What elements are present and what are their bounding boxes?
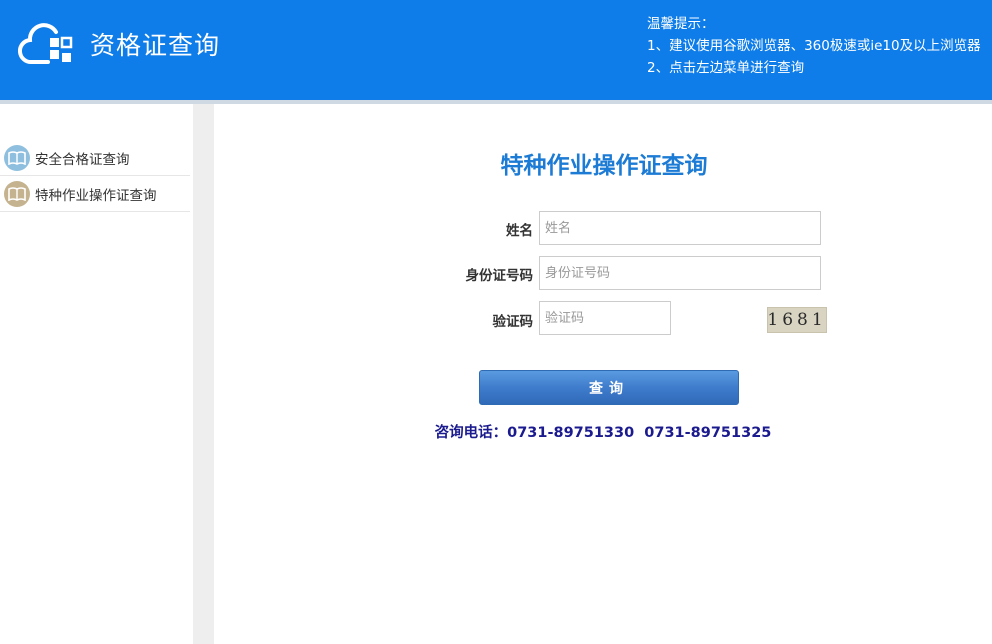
contact-phone: 咨询电话：0731-89751330 0731-89751325 [434, 425, 772, 441]
query-button[interactable]: 查询 [479, 370, 739, 405]
sidebar-item-label: 安全合格证查询 [35, 151, 130, 168]
sidebar-item-label: 特种作业操作证查询 [35, 187, 157, 204]
captcha-image[interactable]: 1681 [767, 307, 827, 333]
sidebar-gutter [193, 104, 214, 644]
tips-line-1: 1、建议使用谷歌浏览器、360极速或ie10及以上浏览器 [647, 38, 981, 54]
id-number-input[interactable] [539, 256, 821, 290]
sidebar-item-safety-cert[interactable]: 安全合格证查询 [0, 140, 190, 176]
tips-line-2: 2、点击左边菜单进行查询 [647, 60, 805, 76]
sidebar: 安全合格证查询 特种作业操作证查询 [0, 104, 193, 644]
book-icon [4, 180, 30, 207]
header-bar: 资格证查询 温馨提示： 1、建议使用谷歌浏览器、360极速或ie10及以上浏览器… [0, 0, 992, 100]
sidebar-menu: 安全合格证查询 特种作业操作证查询 [0, 140, 190, 212]
page-title: 特种作业操作证查询 [500, 153, 708, 179]
name-label: 姓名 [506, 223, 533, 239]
tips-panel: 温馨提示： 1、建议使用谷歌浏览器、360极速或ie10及以上浏览器 2、点击左… [647, 13, 981, 79]
name-input[interactable] [539, 211, 821, 245]
tips-heading: 温馨提示： [647, 16, 715, 32]
id-number-label: 身份证号码 [465, 268, 534, 284]
captcha-input[interactable] [539, 301, 671, 335]
sidebar-item-special-operation[interactable]: 特种作业操作证查询 [0, 176, 190, 212]
app-title: 资格证查询 [90, 31, 221, 60]
main-content: 特种作业操作证查询 姓名 身份证号码 验证码 1681 查询 咨询电话：0731… [214, 104, 992, 644]
captcha-label: 验证码 [492, 314, 534, 330]
book-icon [4, 144, 30, 171]
cloud-logo-icon [18, 23, 73, 65]
